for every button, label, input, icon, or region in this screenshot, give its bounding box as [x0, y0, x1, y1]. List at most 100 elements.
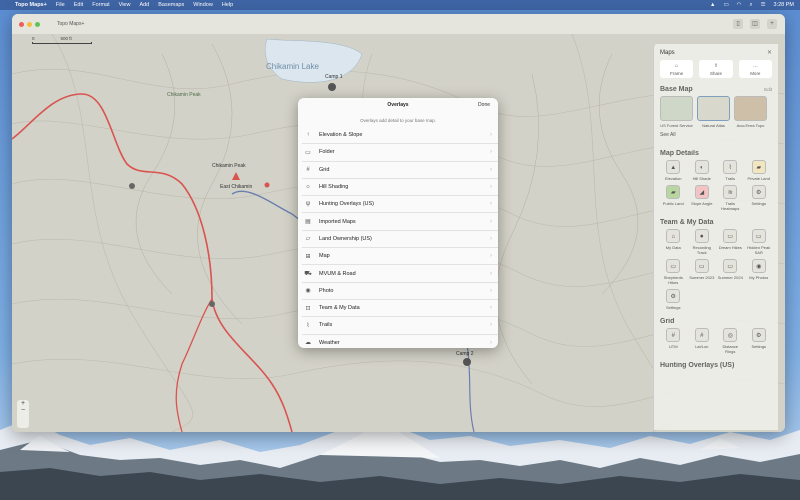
detail-public-land[interactable]: ▰ Public Land: [660, 185, 687, 211]
done-button[interactable]: Done: [478, 102, 490, 108]
overlay-item-elevation-slope[interactable]: ↑ Elevation & Slope ›: [302, 127, 498, 145]
team-summer-2024[interactable]: ▭ Summer 2024: [717, 259, 744, 285]
detail-slope-angle[interactable]: ◢ Slope Angle: [689, 185, 716, 211]
team-recording-track[interactable]: ⏺ Recording Track: [689, 229, 716, 255]
team-hidden-peak[interactable]: ▭ Hidden Peak SAR: [746, 229, 773, 255]
gear-icon: ⚙: [751, 328, 766, 342]
menu-file[interactable]: File: [56, 2, 65, 8]
folder-icon: ▭: [305, 149, 311, 156]
frame-button[interactable]: ⌂ Frame: [660, 60, 694, 78]
detail-settings[interactable]: ⚙ Settings: [746, 185, 773, 211]
status-app-icon[interactable]: ▲: [710, 2, 715, 8]
overlay-item-land-ownership[interactable]: ▱ Land Ownership (US) ›: [302, 231, 498, 249]
detail-trails-heatmaps[interactable]: ≋ Trails Heatmaps: [717, 185, 744, 211]
menu-edit[interactable]: Edit: [74, 2, 83, 8]
waypoint-marker[interactable]: [129, 183, 135, 189]
camp-marker[interactable]: [463, 358, 471, 366]
close-window-button[interactable]: [19, 21, 24, 27]
map-label-peak: Chikamin Peak: [212, 163, 246, 169]
detail-private-land[interactable]: ▰ Private Land: [746, 160, 773, 181]
team-settings[interactable]: ⚙ Settings: [660, 289, 687, 310]
folder-icon: ▭: [666, 259, 681, 273]
zoom-window-button[interactable]: [35, 21, 40, 27]
more-icon: …: [752, 63, 758, 69]
waypoint-marker[interactable]: [209, 301, 215, 307]
minimize-window-button[interactable]: [27, 21, 32, 27]
overlay-item-mvum-road[interactable]: ⛟ MVUM & Road ›: [302, 265, 498, 283]
overlay-item-folder[interactable]: ▭ Folder ›: [302, 144, 498, 162]
team-my-photos[interactable]: ◉ My Photos: [746, 259, 773, 285]
chevron-right-icon: ›: [490, 235, 492, 242]
add-icon[interactable]: +: [767, 19, 777, 29]
edit-button[interactable]: Edit: [764, 87, 772, 92]
trails-icon: ⌇: [723, 160, 738, 174]
camp-marker[interactable]: [328, 83, 336, 91]
overlay-item-map[interactable]: ⊞ Map ›: [302, 248, 498, 266]
zoom-control: + −: [17, 400, 29, 428]
chevron-right-icon: ›: [490, 253, 492, 260]
see-all-link[interactable]: See All: [654, 128, 778, 142]
menu-view[interactable]: View: [119, 2, 131, 8]
grid-distance-rings[interactable]: ◎ Distance Rings: [717, 328, 744, 354]
section-team-data: Team & My Data: [660, 219, 714, 226]
zoom-out-button[interactable]: −: [17, 407, 29, 414]
team-my-data[interactable]: ⌂ My Data: [660, 229, 687, 255]
overlay-item-trails[interactable]: ⌇ Trails ›: [302, 317, 498, 335]
menu-window[interactable]: Window: [193, 2, 213, 8]
gear-icon: ⚙: [751, 185, 766, 199]
map-scale: 0 500 ft: [32, 36, 72, 41]
photo-icon: ◉: [751, 259, 766, 273]
share-button[interactable]: ⇪ Share: [699, 60, 733, 78]
team-dream-hikes[interactable]: ▭ Dream Hikes: [717, 229, 744, 255]
more-button[interactable]: … More: [738, 60, 772, 78]
menu-clock[interactable]: 3:28 PM: [774, 2, 794, 8]
gear-icon: ⚙: [666, 289, 681, 303]
basemap-tile[interactable]: AccuTerra Topo: [734, 96, 767, 128]
overlay-item-grid[interactable]: # Grid ›: [302, 162, 498, 179]
map-label-peak: Chikamin Peak: [167, 92, 201, 98]
control-center-icon[interactable]: ☰: [761, 2, 766, 8]
menu-add[interactable]: Add: [139, 2, 149, 8]
overlay-item-imported-maps[interactable]: ▤ Imported Maps ›: [302, 213, 498, 231]
battery-icon[interactable]: ▭: [723, 2, 728, 8]
menu-help[interactable]: Help: [222, 2, 233, 8]
grid-utm[interactable]: # UTM: [660, 328, 687, 354]
map-label-camp: Camp 1: [325, 74, 343, 80]
detail-trails[interactable]: ⌇ Trails: [717, 160, 744, 181]
overlay-item-photo[interactable]: ◉ Photo ›: [302, 283, 498, 300]
basemap-tile[interactable]: US Forest Service: [660, 96, 693, 128]
overlay-item-hill-shading[interactable]: ☼ Hill Shading ›: [302, 179, 498, 197]
menu-app-name[interactable]: Topo Maps+: [15, 2, 47, 8]
folder-icon: ▭: [723, 259, 738, 273]
zoom-in-button[interactable]: +: [17, 400, 29, 407]
panel-title: Maps: [660, 50, 675, 56]
close-icon[interactable]: ✕: [767, 49, 772, 56]
menu-basemaps[interactable]: Basemaps: [158, 2, 184, 8]
overlay-item-hunting[interactable]: ψ Hunting Overlays (US) ›: [302, 196, 498, 214]
menu-format[interactable]: Format: [92, 2, 109, 8]
chevron-right-icon: ›: [490, 166, 492, 173]
team-summer-2023[interactable]: ▭ Summer 2023: [689, 259, 716, 285]
overlay-item-weather[interactable]: ☁ Weather ›: [302, 335, 498, 348]
menu-bar: Topo Maps+ File Edit Format View Add Bas…: [0, 0, 800, 10]
overlay-item-team-data[interactable]: ⊡ Team & My Data ›: [302, 300, 498, 318]
trail-icon: ⌇: [306, 322, 310, 329]
chevron-right-icon: ›: [490, 149, 492, 156]
chevron-right-icon: ›: [490, 339, 492, 346]
detail-elevation[interactable]: ▲ Elevation: [660, 160, 687, 181]
basemap-thumbnail: [734, 96, 767, 121]
wifi-icon[interactable]: ◠: [737, 2, 742, 8]
grid-lat-lon[interactable]: # Lat/Lon: [689, 328, 716, 354]
frame-icon: ⌂: [675, 63, 679, 69]
poi-marker[interactable]: [264, 182, 270, 188]
basemap-tile-selected[interactable]: Natural Atlas: [697, 96, 730, 128]
team-shepherds-hikes[interactable]: ▭ Shepherds Hikes: [660, 259, 687, 285]
detail-hill-shade[interactable]: ◐ Hill Shade: [689, 160, 716, 181]
sidebar-toggle-icon[interactable]: ▯: [733, 19, 743, 29]
folder-icon: ▭: [694, 259, 709, 273]
layers-icon[interactable]: ◫: [750, 19, 760, 29]
scale-line: [32, 42, 92, 44]
chevron-right-icon: ›: [490, 322, 492, 329]
grid-settings[interactable]: ⚙ Settings: [746, 328, 773, 354]
search-icon[interactable]: ⌕: [749, 2, 752, 9]
